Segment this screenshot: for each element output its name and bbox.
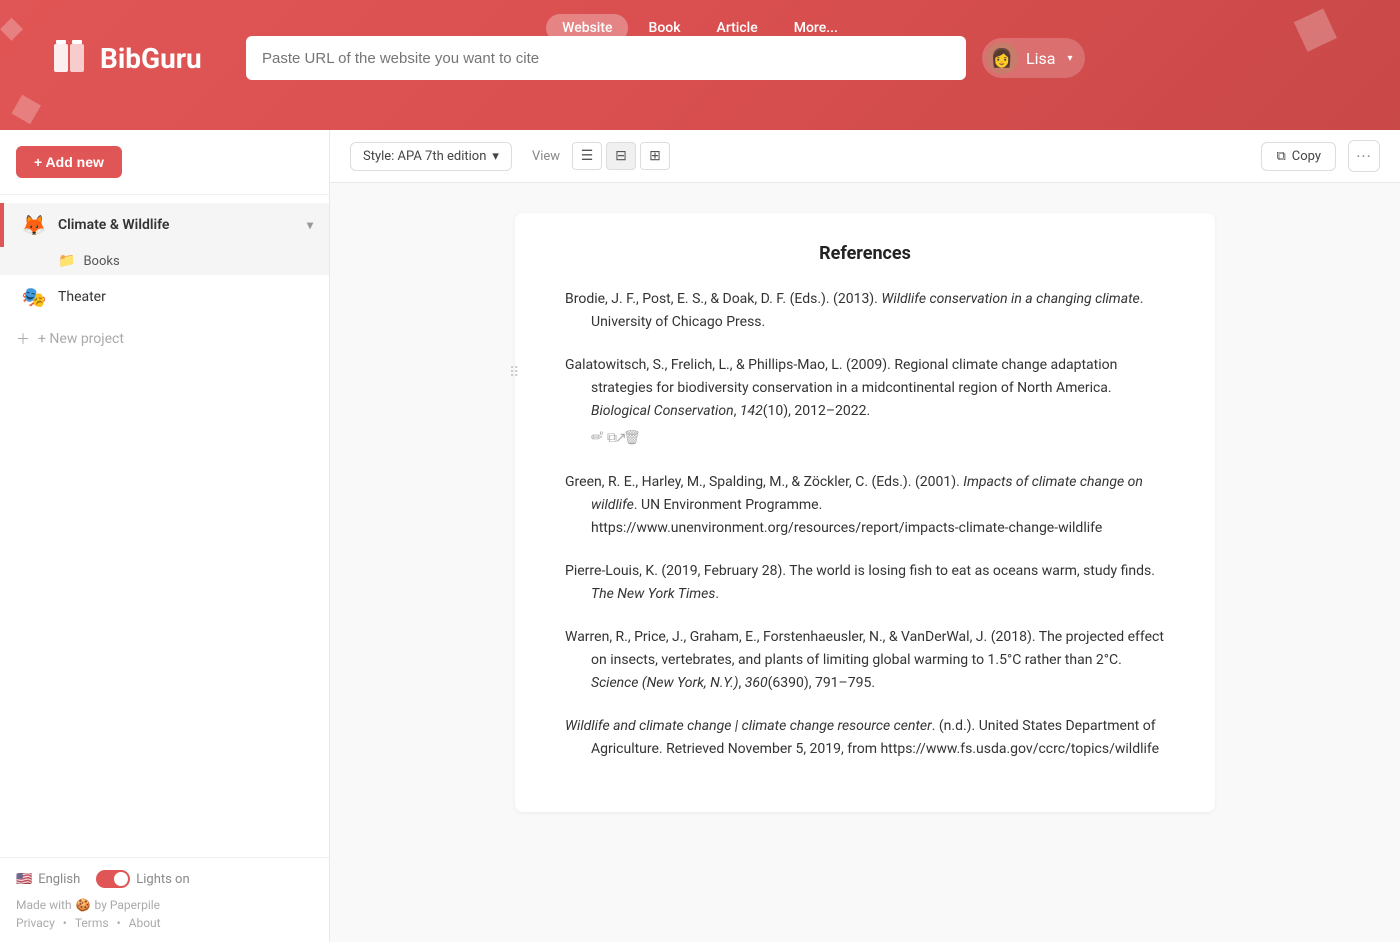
sidebar-item-theater[interactable]: 🎭 Theater [0, 275, 329, 319]
search-input[interactable] [262, 50, 950, 67]
chevron-down-style-icon: ▾ [492, 149, 499, 164]
reference-entry-2: ⠿ Galatowitsch, S., Frelich, L., & Phill… [565, 354, 1165, 450]
language-selector[interactable]: 🇺🇸 English [16, 872, 80, 887]
lights-label: Lights on [136, 872, 189, 887]
toolbar: Style: APA 7th edition ▾ View ☰ ⊟ ⊞ ⧉ Co… [330, 130, 1400, 183]
chevron-down-icon: ▾ [1067, 53, 1072, 64]
tab-book[interactable]: Book [633, 14, 697, 42]
style-selector[interactable]: Style: APA 7th edition ▾ [350, 142, 512, 171]
project-emoji-theater: 🎭 [20, 285, 48, 309]
reference-entry-4: Pierre-Louis, K. (2019, February 28). Th… [565, 560, 1165, 606]
sidebar-subitem-books[interactable]: 📁 Books [0, 247, 329, 275]
header: ◆ ◆ ◆ Website Book Article More... BibGu… [0, 0, 1400, 130]
reference-entry-3: Green, R. E., Harley, M., Spalding, M., … [565, 471, 1165, 540]
project-name-climate: Climate & Wildlife [58, 217, 297, 233]
flag-icon: 🇺🇸 [16, 872, 32, 887]
folder-icon: 📁 [58, 253, 75, 269]
view-buttons: ☰ ⊟ ⊞ [572, 142, 670, 170]
project-name-theater: Theater [58, 289, 313, 305]
user-name: Lisa [1026, 49, 1055, 68]
more-options-button[interactable]: ··· [1348, 140, 1380, 172]
footer-made-with: Made with 🍪 by Paperpile [16, 898, 313, 912]
references-title: References [565, 243, 1165, 264]
tab-more[interactable]: More... [778, 14, 854, 42]
lights-toggle[interactable]: Lights on [96, 870, 189, 888]
new-project-label: + New project [38, 331, 124, 347]
view-compact-button[interactable]: ⊟ [606, 142, 636, 170]
footer-language-row: 🇺🇸 English Lights on [16, 870, 313, 888]
toggle-switch[interactable] [96, 870, 130, 888]
references-panel: References Brodie, J. F., Post, E. S., &… [330, 183, 1400, 942]
copy-icon: ⧉ [1276, 149, 1285, 164]
search-bar[interactable] [246, 36, 966, 80]
content-area: Style: APA 7th edition ▾ View ☰ ⊟ ⊞ ⧉ Co… [330, 130, 1400, 942]
made-with-text: Made with [16, 898, 72, 912]
by-paperpile-text: by Paperpile [95, 898, 160, 912]
heart-icon: 🍪 [76, 898, 91, 912]
subitem-books-label: Books [83, 254, 119, 269]
view-label: View [532, 149, 560, 164]
style-label: Style: APA 7th edition [363, 149, 486, 164]
new-project-button[interactable]: ＋ + New project [0, 319, 329, 359]
project-emoji-climate: 🦊 [20, 213, 48, 237]
reference-actions-2: ✏ " ⧉ ↗ 🗑 [591, 427, 1165, 450]
reference-entry-1: Brodie, J. F., Post, E. S., & Doak, D. F… [565, 288, 1165, 334]
sidebar: + Add new 🦊 Climate & Wildlife ▾ 📁 Books… [0, 130, 330, 942]
user-menu[interactable]: 👩 Lisa ▾ [982, 38, 1085, 78]
sidebar-footer: 🇺🇸 English Lights on Made with 🍪 by Pape… [0, 857, 329, 942]
logo-icon [50, 38, 90, 78]
nav-tabs: Website Book Article More... [546, 14, 854, 42]
copy-label: Copy [1292, 149, 1321, 164]
sidebar-projects: 🦊 Climate & Wildlife ▾ 📁 Books 🎭 Theater… [0, 195, 329, 857]
reference-entry-6: Wildlife and climate change | climate ch… [565, 715, 1165, 761]
tab-website[interactable]: Website [546, 14, 628, 42]
references-card: References Brodie, J. F., Post, E. S., &… [515, 213, 1215, 812]
sidebar-top: + Add new [0, 130, 329, 195]
footer-links: Privacy • Terms • About [16, 916, 313, 930]
plus-icon: ＋ [16, 329, 30, 349]
avatar: 👩 [986, 42, 1018, 74]
main-layout: + Add new 🦊 Climate & Wildlife ▾ 📁 Books… [0, 130, 1400, 942]
logo-text: BibGuru [100, 42, 202, 75]
tab-article[interactable]: Article [701, 14, 774, 42]
reference-entry-5: Warren, R., Price, J., Graham, E., Forst… [565, 626, 1165, 695]
sidebar-item-climate-wildlife[interactable]: 🦊 Climate & Wildlife ▾ [0, 203, 329, 247]
privacy-link[interactable]: Privacy [16, 916, 55, 930]
chevron-icon-climate: ▾ [307, 218, 313, 232]
language-label: English [38, 872, 80, 887]
about-link[interactable]: About [129, 916, 161, 930]
view-list-button[interactable]: ☰ [572, 142, 602, 170]
view-expanded-button[interactable]: ⊞ [640, 142, 670, 170]
add-new-button[interactable]: + Add new [16, 146, 122, 178]
logo: BibGuru [50, 38, 230, 78]
terms-link[interactable]: Terms [75, 916, 109, 930]
copy-button[interactable]: ⧉ Copy [1261, 142, 1336, 171]
